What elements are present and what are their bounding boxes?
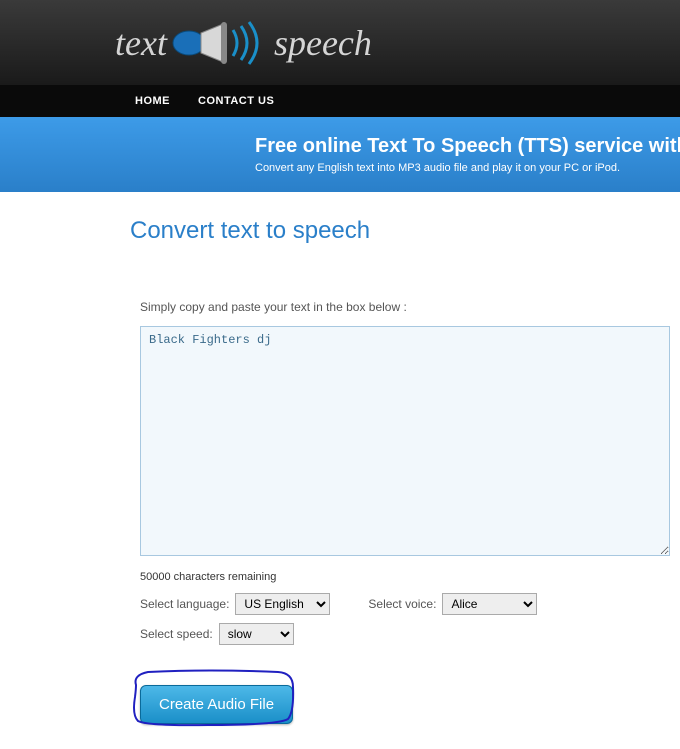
create-audio-button[interactable]: Create Audio File bbox=[140, 685, 293, 724]
hero-banner: Free online Text To Speech (TTS) service… bbox=[0, 117, 680, 192]
language-label: Select language: bbox=[140, 597, 229, 611]
page-title: Convert text to speech bbox=[130, 217, 680, 245]
conversion-form: Simply copy and paste your text in the b… bbox=[130, 300, 680, 724]
logo-text-left: text bbox=[115, 22, 167, 64]
text-input[interactable] bbox=[140, 326, 670, 556]
voice-label: Select voice: bbox=[368, 597, 436, 611]
main-nav: HOME CONTACT US bbox=[0, 85, 680, 117]
language-select[interactable]: US English bbox=[235, 593, 330, 615]
site-logo[interactable]: text speech bbox=[115, 18, 372, 68]
main-content: Convert text to speech Simply copy and p… bbox=[0, 192, 680, 749]
megaphone-icon bbox=[171, 18, 266, 68]
nav-home[interactable]: HOME bbox=[135, 95, 170, 107]
nav-contact[interactable]: CONTACT US bbox=[198, 95, 274, 107]
header: text speech bbox=[0, 0, 680, 85]
character-counter: 50000 characters remaining bbox=[140, 571, 680, 583]
voice-select[interactable]: Alice bbox=[442, 593, 537, 615]
instruction-text: Simply copy and paste your text in the b… bbox=[140, 300, 680, 314]
speed-label: Select speed: bbox=[140, 627, 213, 641]
banner-subtitle: Convert any English text into MP3 audio … bbox=[255, 162, 680, 174]
speed-select[interactable]: slow bbox=[219, 623, 294, 645]
logo-text-right: speech bbox=[274, 22, 372, 64]
banner-title: Free online Text To Speech (TTS) service… bbox=[255, 135, 680, 158]
